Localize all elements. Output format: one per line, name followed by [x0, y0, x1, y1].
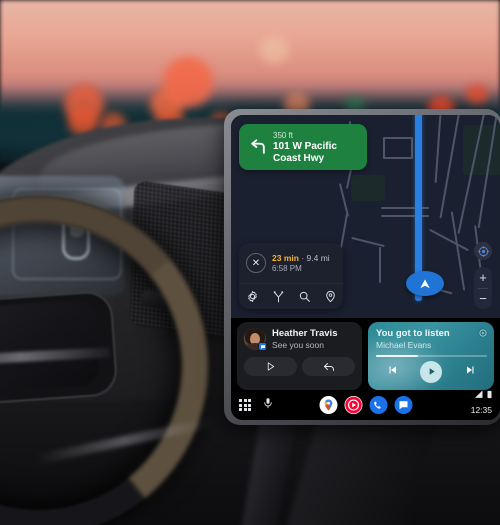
- eta-arrival-time: 6:58 PM: [272, 263, 302, 273]
- taskbar-clock: 12:35: [470, 405, 492, 415]
- map-road: [379, 247, 381, 283]
- vehicle-position-marker: [406, 271, 444, 296]
- map-road: [411, 137, 413, 159]
- place-pin-icon[interactable]: [320, 287, 340, 307]
- reply-message-button[interactable]: [302, 357, 355, 376]
- play-pause-button[interactable]: [420, 360, 443, 383]
- message-card[interactable]: Heather Travis See you soon: [237, 322, 362, 390]
- street-name-line1: 101 W Pacific: [273, 141, 337, 152]
- close-navigation-button[interactable]: ✕: [246, 253, 266, 273]
- eta-duration: 23 min: [272, 252, 299, 263]
- steering-wheel-spoke-inner: [0, 298, 101, 396]
- route-alternatives-icon[interactable]: [268, 287, 288, 307]
- map-canvas[interactable]: 350 ft 101 W Pacific Coast Hwy + − ✕ 23 …: [231, 115, 500, 318]
- play-message-button[interactable]: [244, 357, 297, 376]
- turn-distance: 350 ft: [273, 131, 294, 140]
- app-grid-icon[interactable]: [239, 399, 251, 411]
- signal-bars-icon: [475, 386, 485, 404]
- previous-track-button[interactable]: [387, 363, 399, 381]
- zoom-controls: + −: [474, 267, 492, 309]
- map-park-area: [351, 175, 385, 201]
- messages-app-icon[interactable]: [394, 396, 412, 414]
- navigation-instruction-banner[interactable]: 350 ft 101 W Pacific Coast Hwy: [239, 124, 367, 170]
- eta-card: ✕ 23 min · 9.4 mi 6:58 PM: [239, 243, 343, 309]
- eta-summary: ✕ 23 min · 9.4 mi 6:58 PM: [239, 243, 343, 283]
- eta-distance: 9.4 mi: [306, 252, 330, 263]
- messages-badge-icon: [258, 342, 267, 351]
- android-auto-screen: 350 ft 101 W Pacific Coast Hwy + − ✕ 23 …: [231, 115, 500, 420]
- youtube-music-app-icon[interactable]: [344, 396, 362, 414]
- maps-app-icon[interactable]: [319, 396, 337, 414]
- turn-left-icon: [245, 137, 271, 157]
- map-road: [450, 211, 466, 291]
- compass-recenter-button[interactable]: [474, 242, 492, 260]
- avatar: [244, 328, 267, 351]
- phone-app-icon[interactable]: [369, 396, 387, 414]
- map-road: [383, 157, 413, 159]
- media-card[interactable]: You got to listen Michael Evans: [368, 322, 494, 390]
- map-road: [351, 236, 385, 248]
- map-road: [383, 137, 413, 139]
- map-road: [339, 213, 349, 249]
- bokeh-light: [259, 36, 289, 64]
- message-sender: Heather Travis: [272, 328, 338, 339]
- map-road: [439, 115, 461, 219]
- bokeh-light: [466, 84, 488, 104]
- message-preview: See you soon: [272, 340, 324, 350]
- zoom-out-button[interactable]: −: [474, 289, 492, 310]
- map-road: [434, 115, 442, 183]
- youtube-music-icon: [478, 328, 488, 338]
- map-road: [383, 137, 385, 159]
- media-artist: Michael Evans: [376, 340, 432, 350]
- next-track-button[interactable]: [464, 363, 476, 381]
- street-name-line2: Coast Hwy: [273, 152, 325, 164]
- card-row: Heather Travis See you soon You got to l…: [231, 318, 500, 390]
- car-interior-scene: 350 ft 101 W Pacific Coast Hwy + − ✕ 23 …: [0, 0, 500, 525]
- media-title: You got to listen: [376, 328, 450, 339]
- search-icon[interactable]: [294, 287, 314, 307]
- microphone-icon[interactable]: [262, 396, 274, 414]
- taskbar: 12:35: [231, 390, 500, 420]
- settings-icon[interactable]: [242, 287, 262, 307]
- zoom-in-button[interactable]: +: [474, 267, 492, 288]
- eta-separator: ·: [301, 252, 305, 263]
- battery-icon: [487, 386, 492, 404]
- map-road: [429, 228, 469, 252]
- media-progress-bar[interactable]: [376, 355, 487, 357]
- map-action-bar: [239, 283, 343, 309]
